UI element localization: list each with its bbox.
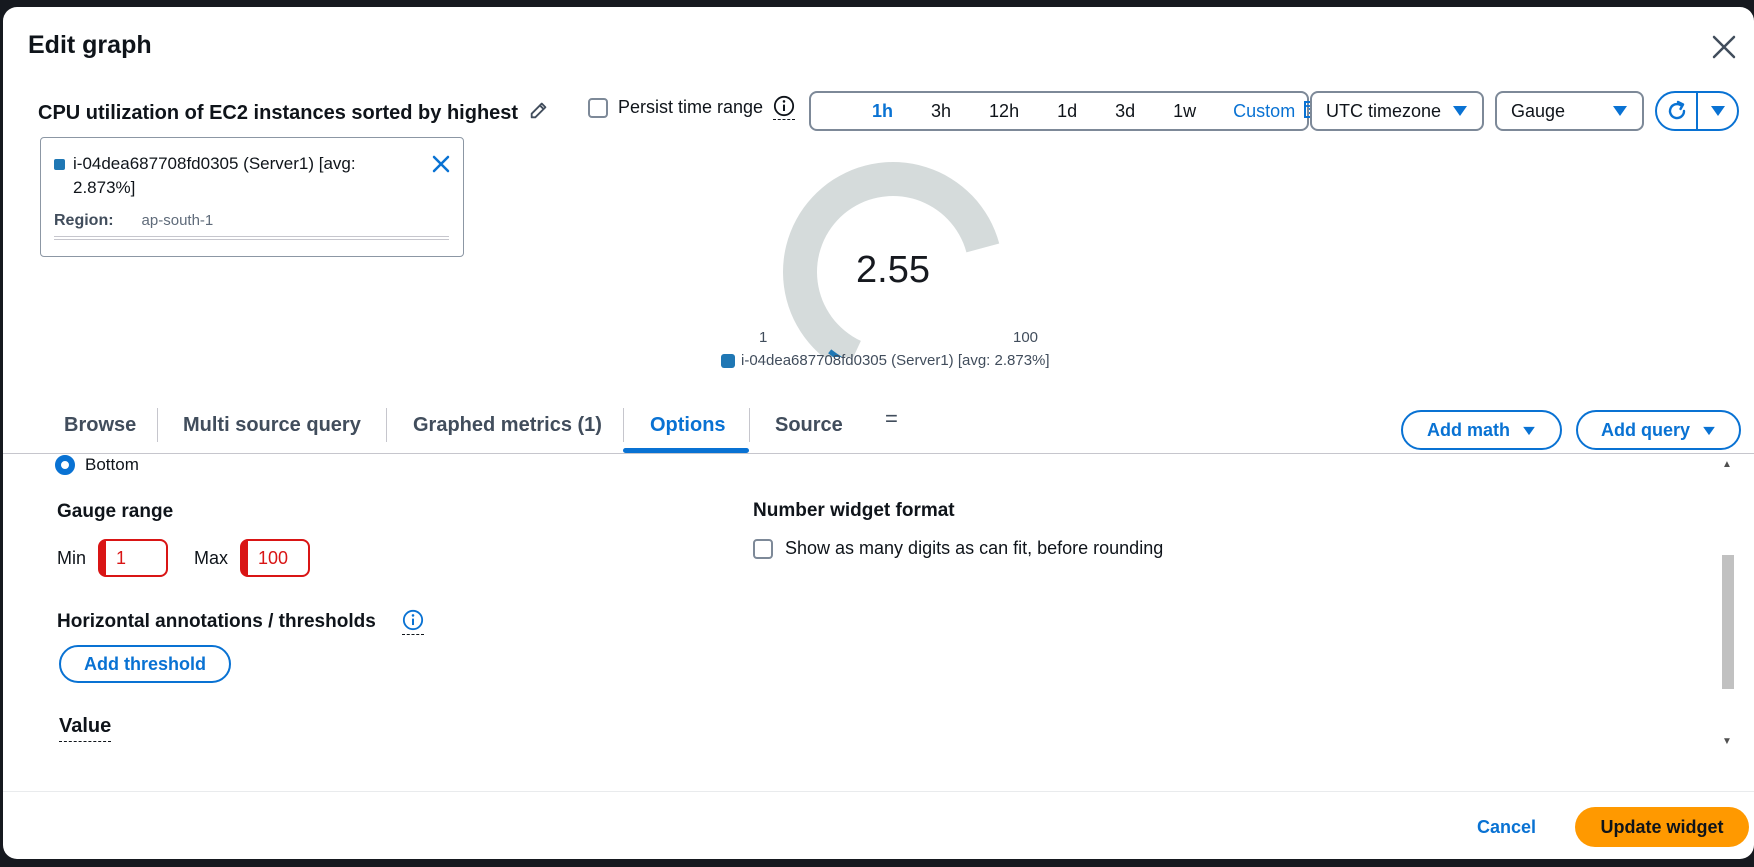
caret-down-icon	[1452, 105, 1468, 117]
active-tab-indicator	[623, 448, 749, 453]
range-1d[interactable]: 1d	[1038, 101, 1096, 122]
tab-multi-source-query[interactable]: Multi source query	[183, 414, 361, 437]
gauge-max-label: 100	[1013, 329, 1039, 346]
pencil-icon[interactable]	[528, 99, 550, 127]
gauge-max-input[interactable]: 100	[240, 539, 311, 577]
options-panel: Bottom Gauge range Min 1 Max 100 Horizon…	[3, 455, 1754, 755]
info-icon[interactable]	[773, 95, 796, 120]
range-custom-label: Custom	[1233, 100, 1296, 121]
persist-label: Persist time range	[618, 97, 764, 117]
close-icon[interactable]	[1704, 27, 1744, 67]
tab-separator	[157, 408, 158, 442]
gauge-min-input[interactable]: 1	[98, 539, 169, 577]
gauge-range-row: Min 1 Max 100	[57, 539, 311, 577]
gauge-legend-label: i-04dea687708fd0305 (Server1) [avg: 2.87…	[741, 352, 1050, 369]
range-1w[interactable]: 1w	[1154, 101, 1215, 122]
region-key: Region:	[54, 212, 114, 229]
value-title: Value	[59, 715, 112, 742]
thresholds-title: Horizontal annotations / thresholds	[57, 611, 376, 632]
add-math-button[interactable]: Add math	[1401, 410, 1562, 450]
number-format-option[interactable]: Show as many digits as can fit, before r…	[753, 538, 1163, 559]
region-value: ap-south-1	[141, 212, 214, 229]
min-label: Min	[57, 547, 87, 568]
add-math-label: Add math	[1427, 419, 1510, 440]
graph-title: CPU utilization of EC2 instances sorted …	[38, 99, 550, 127]
gauge-legend: i-04dea687708fd0305 (Server1) [avg: 2.87…	[721, 352, 1050, 369]
tabs-bar: Browse Multi source query Graphed metric…	[3, 400, 1754, 454]
add-query-button[interactable]: Add query	[1576, 410, 1741, 450]
tab-separator	[623, 408, 624, 442]
update-widget-button[interactable]: Update widget	[1575, 807, 1749, 847]
visualization-value: Gauge	[1511, 100, 1566, 121]
gauge-chart: 2.55	[763, 157, 1023, 357]
legend-position-label: Bottom	[85, 455, 139, 474]
scrollbar[interactable]: ▲ ▼	[1719, 455, 1737, 753]
add-threshold-button[interactable]: Add threshold	[59, 645, 231, 683]
tab-options[interactable]: Options	[650, 414, 726, 437]
range-12h[interactable]: 12h	[970, 101, 1038, 122]
legend-position-bottom[interactable]: Bottom	[55, 455, 139, 475]
legend-swatch	[721, 353, 735, 368]
persist-checkbox[interactable]	[588, 97, 608, 118]
timezone-select[interactable]: UTC timezone	[1310, 91, 1484, 131]
gauge-range-title: Gauge range	[57, 501, 174, 522]
scroll-down-icon[interactable]: ▼	[1722, 736, 1732, 747]
region-divider	[54, 236, 449, 240]
tab-separator	[749, 408, 750, 442]
tab-source[interactable]: Source	[775, 414, 843, 437]
remove-metric-icon[interactable]	[429, 152, 453, 181]
footer-divider	[3, 791, 1754, 792]
graph-title-text: CPU utilization of EC2 instances sorted …	[38, 101, 519, 124]
range-3d[interactable]: 3d	[1096, 101, 1154, 122]
metric-card: i-04dea687708fd0305 (Server1) [avg: 2.87…	[40, 137, 464, 257]
metric-color-swatch	[54, 159, 65, 170]
visualization-select[interactable]: Gauge	[1495, 91, 1644, 131]
metric-label: i-04dea687708fd0305 (Server1) [avg: 2.87…	[73, 154, 356, 197]
refresh-icon[interactable]	[1657, 93, 1698, 129]
refresh-options-caret-icon[interactable]	[1698, 93, 1737, 129]
drag-handle-icon[interactable]: =	[885, 406, 898, 432]
add-query-label: Add query	[1600, 419, 1690, 440]
tab-graphed-metrics[interactable]: Graphed metrics (1)	[413, 414, 602, 437]
range-custom-button[interactable]: Custom	[1215, 99, 1323, 124]
time-range-selector: 1h 3h 12h 1d 3d 1w Custom	[809, 91, 1323, 131]
caret-down-icon	[1522, 420, 1536, 441]
gauge-min-label: 1	[759, 329, 768, 346]
scroll-thumb[interactable]	[1722, 555, 1734, 689]
info-icon[interactable]	[402, 609, 424, 635]
timezone-value: UTC timezone	[1326, 100, 1442, 121]
number-widget-format-title: Number widget format	[753, 500, 955, 521]
max-label: Max	[194, 547, 229, 568]
radio-selected[interactable]	[55, 455, 75, 475]
cancel-button[interactable]: Cancel	[1477, 817, 1536, 838]
number-format-checkbox[interactable]	[753, 538, 773, 559]
range-3h[interactable]: 3h	[912, 101, 970, 122]
modal-title: Edit graph	[28, 31, 152, 59]
caret-down-icon	[1612, 105, 1628, 117]
tab-separator	[386, 408, 387, 442]
metric-head: i-04dea687708fd0305 (Server1) [avg: 2.87…	[54, 152, 449, 200]
region-row: Region: ap-south-1	[54, 212, 449, 230]
number-format-label: Show as many digits as can fit, before r…	[785, 538, 1164, 558]
scroll-up-icon[interactable]: ▲	[1722, 459, 1732, 470]
range-1h[interactable]: 1h	[853, 101, 912, 122]
edit-graph-modal: Edit graph CPU utilization of EC2 instan…	[3, 7, 1754, 859]
caret-down-icon	[1702, 420, 1716, 441]
gauge-value: 2.55	[856, 249, 930, 291]
refresh-button-group	[1655, 91, 1739, 131]
tab-browse[interactable]: Browse	[64, 414, 136, 437]
persist-time-range[interactable]: Persist time range	[588, 95, 796, 120]
